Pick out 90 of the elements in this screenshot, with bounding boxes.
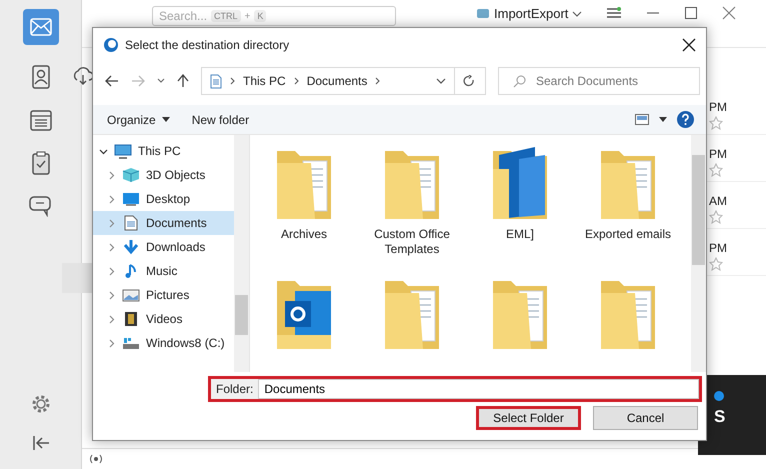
contacts-icon[interactable] — [30, 65, 50, 89]
dropdown-caret-icon[interactable] — [436, 78, 446, 84]
drive-icon — [122, 335, 140, 351]
folder-name[interactable]: Archives — [280, 227, 327, 242]
picture-icon — [122, 287, 140, 303]
chevron-icon — [294, 77, 299, 85]
folder-label: Folder: — [211, 379, 258, 399]
monitor-icon — [122, 191, 140, 207]
tree-item[interactable]: This PC — [93, 139, 234, 163]
tree-label: This PC — [138, 144, 181, 158]
account-name: ImportExport — [494, 6, 568, 21]
folder-name[interactable]: Exported emails — [584, 227, 672, 242]
message-time: AM — [709, 194, 728, 208]
message-time: PM — [709, 241, 728, 255]
star-icon[interactable] — [709, 257, 723, 271]
tree-label: Downloads — [146, 240, 206, 254]
tree-label: Desktop — [146, 192, 190, 206]
forward-icon[interactable] — [131, 75, 145, 87]
breadcrumb-item[interactable]: This PC — [243, 74, 286, 88]
view-icon[interactable] — [635, 114, 649, 125]
help-icon[interactable] — [677, 111, 694, 128]
chevron-icon — [230, 77, 235, 85]
recent-caret-icon[interactable] — [157, 78, 165, 84]
app-logo-icon — [103, 37, 119, 53]
tree-item[interactable]: Windows8 (C:) — [93, 331, 234, 355]
view-caret-icon[interactable] — [659, 117, 667, 122]
content-scrollbar[interactable] — [691, 135, 706, 372]
address-bar[interactable]: This PC Documents — [201, 67, 486, 95]
back-icon[interactable] — [105, 75, 119, 87]
document-icon — [210, 74, 222, 88]
tree-item[interactable]: Downloads — [93, 235, 234, 259]
tree-item[interactable]: Videos — [93, 307, 234, 331]
tree-label: Windows8 (C:) — [146, 336, 225, 350]
signal-icon — [88, 453, 104, 465]
clipboard-check-icon[interactable] — [30, 151, 50, 175]
badge-icon — [714, 391, 724, 401]
account-icon — [476, 8, 490, 20]
mail-icon — [30, 18, 52, 36]
chat-icon[interactable] — [28, 195, 52, 217]
settings-icon[interactable] — [30, 393, 52, 415]
dialog-title: Select the destination directory — [125, 38, 290, 52]
tree-label: Videos — [146, 312, 182, 326]
tree-item[interactable]: Documents — [93, 211, 234, 235]
mail-button[interactable] — [22, 9, 58, 45]
cube-icon — [122, 167, 140, 183]
shortcut-key: + — [244, 10, 250, 22]
cloud-download-icon[interactable] — [72, 66, 94, 86]
chevron-icon — [375, 77, 380, 85]
star-icon[interactable] — [709, 210, 723, 224]
caret-icon — [572, 10, 582, 18]
tree-label: 3D Objects — [146, 168, 206, 182]
tree-label: Music — [146, 264, 178, 278]
account-menu[interactable]: ImportExport — [476, 6, 582, 21]
document-icon — [122, 215, 140, 231]
chevron-icon[interactable] — [99, 146, 108, 156]
star-icon[interactable] — [709, 116, 723, 130]
menu-button[interactable]: Organize — [101, 110, 176, 128]
shortcut-key: CTRL — [211, 10, 241, 22]
maximize-icon[interactable] — [684, 6, 698, 20]
refresh-icon[interactable] — [463, 75, 475, 87]
folder-input[interactable]: Documents — [258, 379, 699, 399]
message-time: PM — [709, 100, 728, 114]
breadcrumb-item[interactable]: Documents — [306, 74, 368, 88]
shortcut-key: K — [254, 10, 266, 22]
computer-icon — [114, 144, 132, 158]
cancel-button[interactable]: Cancel — [593, 406, 698, 430]
tree-item[interactable]: 3D Objects — [93, 163, 234, 187]
tree-label: Documents — [146, 216, 207, 230]
caret-icon — [162, 117, 170, 122]
tree-label: Pictures — [146, 288, 190, 302]
film-icon — [122, 311, 140, 327]
down-arrow-icon — [122, 239, 140, 255]
folder-name[interactable]: Custom Office Templates — [358, 227, 466, 257]
tree-item[interactable]: Pictures — [93, 283, 234, 307]
select-folder-button[interactable]: Select Folder — [476, 406, 581, 430]
close-icon[interactable] — [682, 38, 696, 52]
tree-scrollbar[interactable] — [234, 135, 249, 372]
search-placeholder: Search... — [159, 9, 208, 23]
star-icon[interactable] — [709, 163, 723, 177]
filter-icon[interactable] — [606, 6, 622, 20]
toolbar-button[interactable]: New folder — [186, 110, 256, 128]
tree-item[interactable]: Desktop — [93, 187, 234, 211]
folder-name[interactable]: EML] — [506, 227, 534, 242]
calendar-icon[interactable] — [30, 109, 52, 131]
tree-item[interactable]: Music — [93, 259, 234, 283]
message-time: PM — [709, 147, 728, 161]
search-icon — [513, 74, 526, 88]
collapse-icon[interactable] — [32, 435, 50, 451]
up-icon[interactable] — [177, 74, 189, 88]
search-field[interactable]: Search Documents — [498, 67, 700, 95]
